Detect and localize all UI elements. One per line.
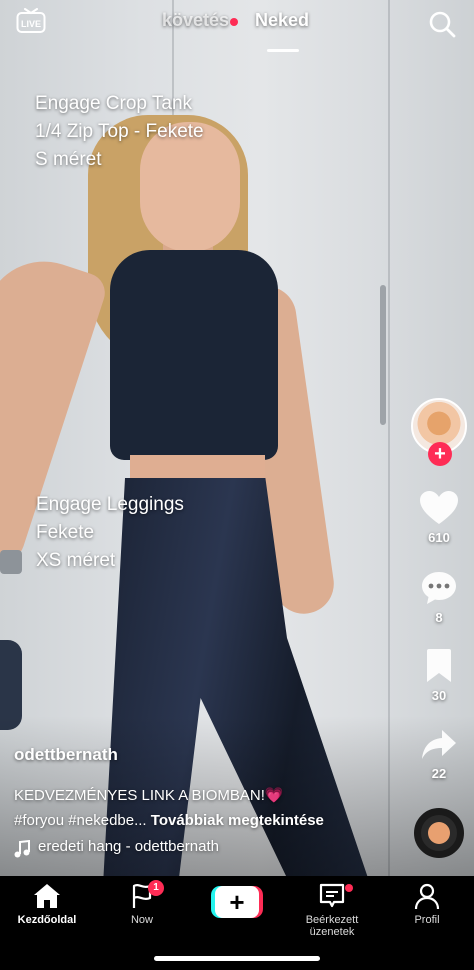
search-icon[interactable] (428, 10, 456, 38)
create-icon: + (215, 886, 259, 918)
follow-button[interactable]: + (428, 442, 452, 466)
heart-icon (420, 491, 458, 524)
create-button[interactable]: + (211, 886, 263, 918)
like-count: 610 (428, 530, 450, 545)
crop-tank (110, 250, 278, 460)
post-description: KEDVEZMÉNYES LINK A BIOMBAN!💗 #foryou #n… (14, 783, 324, 833)
tab-following[interactable]: követés (162, 10, 229, 31)
description-text: KEDVEZMÉNYES LINK A BIOMBAN! (14, 787, 265, 804)
bottom-nav: Kezdőoldal 1 Now + Beérkezett üzenetek P… (0, 876, 474, 970)
caption-line: Engage Crop Tank (35, 93, 193, 114)
share-button[interactable]: 22 (409, 728, 469, 781)
nav-now-label: Now (130, 914, 153, 926)
nav-profile[interactable]: Profil (382, 882, 472, 926)
creator-username[interactable]: odettbernath (14, 745, 118, 765)
caption-line: XS méret (36, 550, 116, 571)
inbox-notification-dot (345, 884, 353, 892)
comment-count: 8 (435, 610, 443, 625)
product-caption-top: Engage Crop Tank 1/4 Zip Top - Fekete S … (35, 90, 204, 174)
following-notification-dot (230, 18, 238, 26)
caption-line: Fekete (36, 522, 95, 543)
home-indicator (154, 956, 320, 961)
see-more-link[interactable]: Továbbiak megtekintése (151, 812, 324, 829)
save-count: 30 (431, 688, 447, 703)
save-button[interactable]: 30 (409, 648, 469, 703)
live-icon[interactable]: LIVE (16, 8, 46, 34)
home-icon (34, 884, 60, 908)
watch (0, 550, 22, 574)
nav-home[interactable]: Kezdőoldal (2, 882, 92, 926)
comment-button[interactable]: 8 (409, 570, 469, 625)
music-disc-cover (428, 822, 450, 844)
nav-inbox[interactable]: Beérkezett üzenetek (287, 882, 377, 938)
comment-icon (422, 572, 456, 604)
music-disc[interactable] (414, 808, 464, 858)
caption-line: 1/4 Zip Top - Fekete (35, 121, 204, 142)
tab-for-you[interactable]: Neked (255, 10, 309, 31)
inbox-icon (319, 883, 345, 908)
live-label: LIVE (21, 19, 41, 29)
like-button[interactable]: 610 (409, 490, 469, 545)
nav-inbox-label: Beérkezett üzenetek (305, 914, 359, 938)
caption-line: S méret (35, 149, 102, 170)
sound-name: eredeti hang - odettbernath (38, 838, 219, 855)
active-tab-indicator (267, 49, 299, 52)
heart-emoji: 💗 (264, 787, 284, 804)
music-note-icon (14, 840, 30, 858)
nav-profile-label: Profil (414, 914, 440, 926)
hashtags[interactable]: #foryou #nekedbe... (14, 812, 147, 829)
nav-now[interactable]: 1 Now (97, 880, 187, 926)
door-handle (380, 285, 386, 425)
profile-icon (414, 883, 440, 910)
share-count: 22 (431, 766, 447, 781)
now-badge: 1 (148, 880, 164, 896)
bookmark-icon (427, 649, 451, 682)
nav-home-label: Kezdőoldal (17, 914, 77, 926)
caption-line: Engage Leggings (36, 494, 184, 515)
product-caption-bottom: Engage Leggings Fekete XS méret (36, 491, 184, 575)
share-icon (422, 730, 456, 759)
